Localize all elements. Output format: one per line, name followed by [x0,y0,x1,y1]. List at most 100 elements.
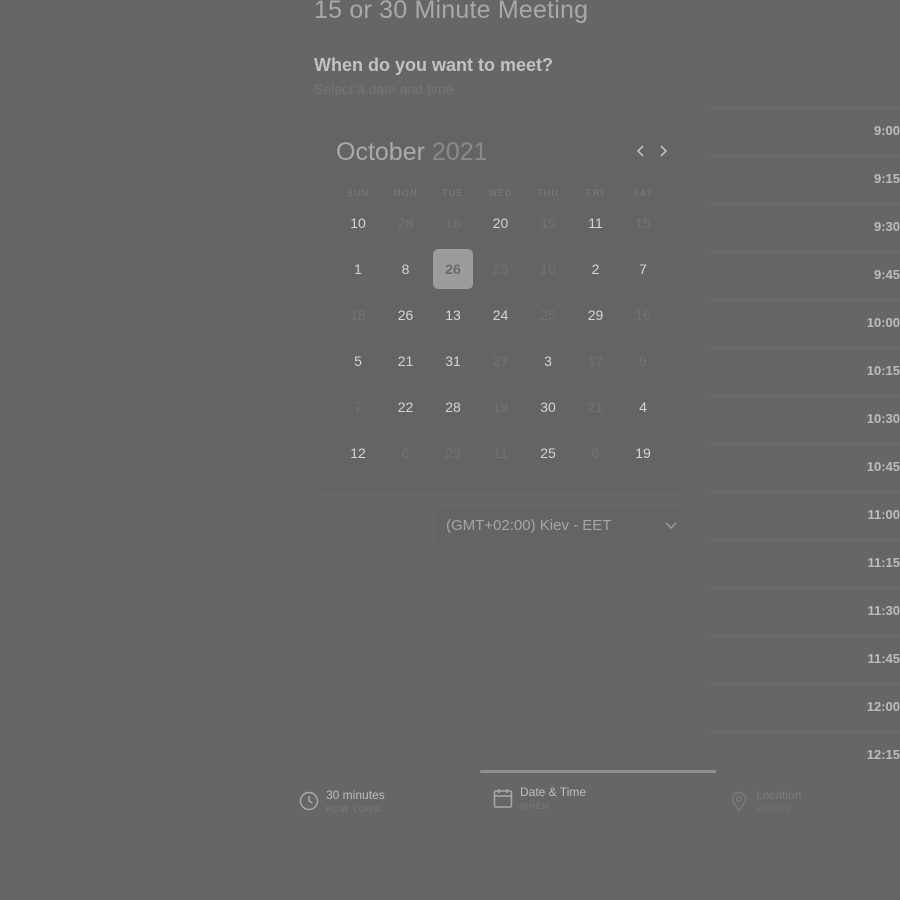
step-location-title: Location [756,788,802,802]
time-slot-label: 11:30 [867,603,900,618]
calendar-day: 18 [350,307,366,323]
time-slot-label: 9:30 [873,219,900,234]
calendar-day[interactable]: 3 [528,341,568,381]
month-year-label: October 2021 [336,138,488,167]
time-slot-label: 10:00 [866,315,900,330]
month-label: October [336,138,425,166]
step-location-subtitle: WHERE [756,805,793,814]
time-slot[interactable]: 11:15 [708,540,900,587]
calendar-day[interactable]: 30 [528,387,568,427]
time-slot-label: 10:45 [866,459,900,474]
calendar-day[interactable]: 1 [338,249,378,289]
chevron-left-icon [636,145,644,157]
time-slot[interactable]: 10:45 [708,444,900,491]
time-slot-list: 9:00 9:15 9:30 9:45 10:00 10:15 10:30 10:45 11:0… [708,108,900,768]
calendar-day: 11 [493,445,508,461]
section-subheading: Select a date and time [314,81,454,97]
calendar-day[interactable]: 25 [528,433,568,473]
weekday-label: MON [393,188,418,198]
step-date-time-subtitle: WHEN [520,802,550,811]
previous-month-button[interactable] [631,140,651,162]
calendar-day[interactable]: 11 [576,203,616,243]
calendar-day[interactable]: 29 [576,295,616,335]
time-slot-label: 10:30 [866,411,900,426]
time-slot-label: 11:15 [867,555,900,570]
calendar-day[interactable]: 31 [433,341,473,381]
calendar-day[interactable]: 21 [386,341,426,381]
weekday-label: FRI [586,188,605,198]
calendar-day[interactable]: 12 [338,433,378,473]
calendar-day[interactable]: 7 [623,249,663,289]
calendar-day[interactable]: 20 [481,203,521,243]
calendar-day: 25 [540,307,556,323]
calendar-day: 25 [492,261,509,277]
calendar-day[interactable]: 10 [338,203,378,243]
time-slot-label: 9:00 [873,123,900,138]
page-title: 15 or 30 Minute Meeting [314,0,589,24]
time-slot[interactable]: 11:30 [708,588,900,635]
calendar-day-selected[interactable]: 26 [433,249,473,289]
calendar: October 2021 SUN MON TUE WED THU FRI SAT 10 28 1… [316,110,684,488]
time-slot[interactable]: 9:45 [708,252,900,299]
step-duration-subtitle: HOW LONG [326,805,381,814]
weekday-label: TUE [442,188,464,198]
time-slot-label: 10:15 [866,363,900,378]
calendar-day[interactable]: 24 [481,295,521,335]
calendar-day: 19 [492,399,509,415]
weekday-label: SAT [632,188,654,198]
section-heading: When do you want to meet? [314,55,553,75]
calendar-day: 29 [445,445,461,461]
time-slot-label: 11:45 [867,651,900,666]
calendar-day: 28 [397,215,414,231]
step-date-time-title: Date & Time [520,785,587,799]
weekday-label: SUN [346,188,370,198]
calendar-day: 6 [401,445,410,461]
time-slot-label: 12:00 [866,699,900,714]
calendar-day[interactable]: 28 [433,387,473,427]
calendar-day: 10 [540,261,556,277]
location-pin-icon [731,791,747,812]
calendar-day: 7 [354,399,362,415]
time-slot[interactable]: 10:15 [708,348,900,395]
time-slot-label: 9:45 [873,267,900,282]
time-slot[interactable]: 12:15 [708,732,900,768]
time-slot[interactable]: 9:30 [708,204,900,251]
calendar-day[interactable]: 22 [386,387,426,427]
calendar-day: 15 [635,215,651,231]
step-duration-title: 30 minutes [326,788,385,802]
clock-icon [299,791,319,811]
next-month-button[interactable] [653,140,673,162]
time-slot-label: 11:00 [867,507,900,522]
calendar-day: 21 [587,399,604,415]
time-slot-label: 12:15 [866,747,900,762]
calendar-day[interactable]: 8 [386,249,426,289]
time-slot[interactable]: 9:00 [708,108,900,155]
time-slot[interactable]: 11:00 [708,492,900,539]
calendar-day[interactable]: 4 [623,387,663,427]
timezone-select[interactable]: (GMT+02:00) Kiev - EET [436,508,688,544]
calendar-day: 16 [635,307,651,323]
year-label: 2021 [431,138,488,166]
time-slot[interactable]: 10:30 [708,396,900,443]
time-slot-label: 9:15 [873,171,900,186]
calendar-day[interactable]: 5 [338,341,378,381]
time-slot[interactable]: 12:00 [708,684,900,731]
calendar-day[interactable]: 13 [433,295,473,335]
calendar-day[interactable]: 2 [576,249,616,289]
calendar-day: 9 [639,353,647,369]
calendar-day[interactable]: 19 [623,433,663,473]
weekday-label: THU [536,188,560,198]
timezone-label: (GMT+02:00) Kiev - EET [446,517,612,534]
calendar-day: 27 [492,353,509,369]
weekday-label: WED [488,188,513,198]
calendar-day[interactable]: 26 [386,295,426,335]
chevron-down-icon [665,522,677,530]
calendar-day: 16 [445,215,461,231]
time-slot[interactable]: 11:45 [708,636,900,683]
time-slot[interactable]: 9:15 [708,156,900,203]
calendar-icon [493,789,513,808]
time-slot[interactable]: 10:00 [708,300,900,347]
chevron-right-icon [660,145,668,157]
calendar-day: 17 [587,353,604,369]
calendar-day: 6 [591,445,600,461]
